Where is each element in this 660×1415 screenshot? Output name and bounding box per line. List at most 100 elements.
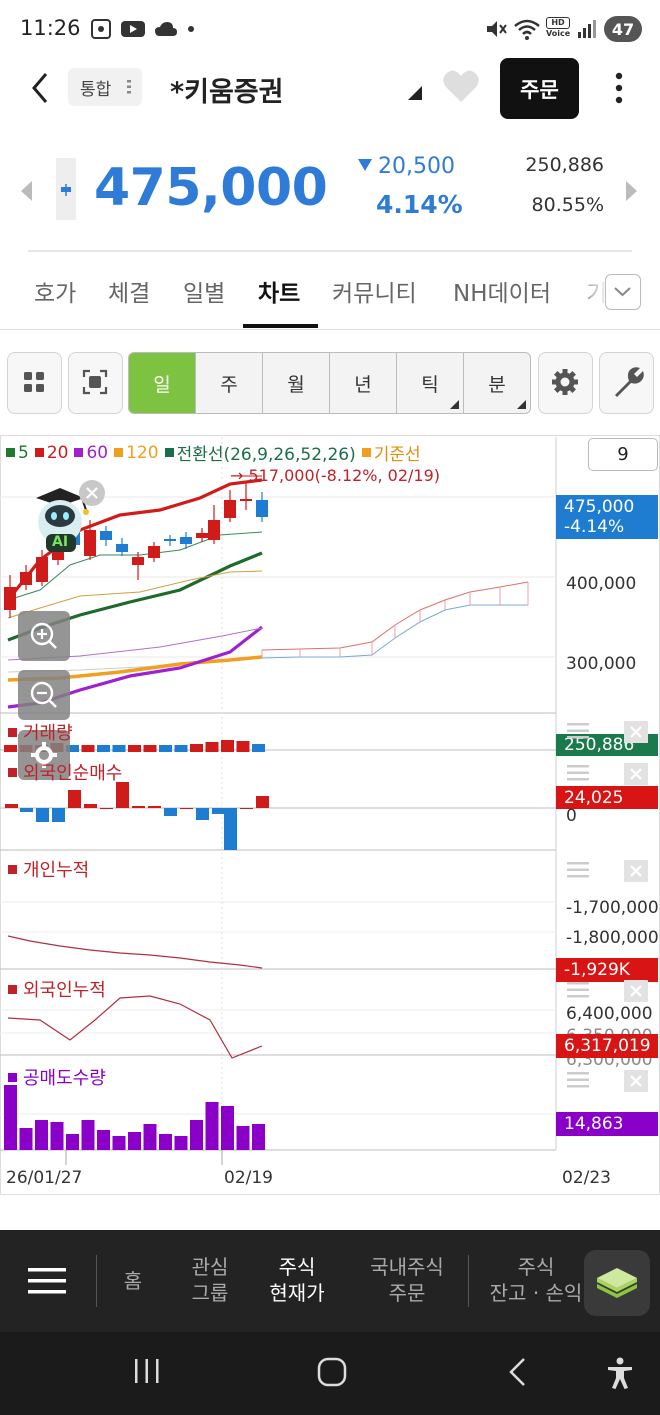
high-price-callout-text: 517,000(-8.12%, 02/19) <box>248 466 441 485</box>
short-sell-bar <box>19 1128 33 1150</box>
panel-close-button[interactable] <box>624 763 648 785</box>
panel-swatch <box>8 984 17 994</box>
nav-balance[interactable]: 주식 잔고 · 손익 <box>480 1254 592 1306</box>
volume-bar <box>4 745 17 752</box>
back-nav-icon[interactable] <box>506 1356 530 1388</box>
close-icon <box>630 768 642 780</box>
panel-drag-handle-icon[interactable] <box>567 764 589 782</box>
back-arrow-icon[interactable] <box>22 66 62 110</box>
foreign-net-bar <box>148 806 161 808</box>
close-icon <box>630 1075 642 1087</box>
chart-layout-button[interactable] <box>7 352 62 414</box>
date-axis-label: 02/23 <box>562 1168 611 1188</box>
display-count-box[interactable]: 9 <box>588 438 658 471</box>
home-circle-icon[interactable] <box>316 1356 348 1388</box>
market-filter-button[interactable]: 통합 <box>68 68 142 106</box>
chart-settings-button[interactable] <box>538 352 593 414</box>
foreign-net-bar <box>20 808 33 812</box>
close-icon <box>630 985 642 997</box>
tabs-expand-button[interactable] <box>605 274 641 310</box>
volume-bar <box>174 745 188 752</box>
panel-close-button[interactable] <box>624 980 648 1002</box>
more-options-icon[interactable] <box>604 68 634 108</box>
tab-hoga[interactable]: 호가 <box>34 274 76 308</box>
foreign-net-bar <box>196 808 209 820</box>
period-minute[interactable]: 분 <box>464 353 530 413</box>
foreign-net-bar <box>100 808 113 809</box>
app-screen: 11:26 HD Voice 47 통합 *키움증권 주문 475,000 20… <box>0 0 660 1415</box>
tab-chart[interactable]: 차트 <box>258 274 300 308</box>
period-minute-label: 분 <box>488 373 506 396</box>
panel-drag-handle-icon[interactable] <box>567 861 589 879</box>
favorite-heart-icon[interactable] <box>442 68 480 104</box>
prev-stock-arrow-icon[interactable] <box>20 180 34 202</box>
legend-ma20: 20 <box>34 443 68 463</box>
period-day[interactable]: 일 <box>129 353 196 413</box>
panel-close-button[interactable] <box>624 1070 648 1092</box>
close-icon <box>630 865 642 877</box>
panel-close-button[interactable] <box>624 860 648 882</box>
legend-base-label: 기준선 <box>373 445 421 465</box>
retail-cum-tag-value: -1,929K <box>564 960 630 980</box>
trade-volume: 250,886 <box>525 154 604 176</box>
chart-fullscreen-button[interactable] <box>68 352 123 414</box>
stock-name[interactable]: *키움증권 <box>170 70 283 109</box>
accessibility-icon[interactable] <box>604 1356 636 1390</box>
mute-icon <box>487 21 507 37</box>
foreign-net-bar <box>5 804 18 808</box>
ai-close-button[interactable] <box>79 480 105 506</box>
short-sell-bar <box>190 1120 203 1150</box>
hamburger-menu-icon[interactable] <box>28 1266 66 1296</box>
period-tick[interactable]: 틱 <box>397 353 464 413</box>
next-stock-arrow-icon[interactable] <box>624 180 638 202</box>
zoom-out-button[interactable] <box>18 670 70 720</box>
current-price-tag-value: 475,000 <box>564 497 635 517</box>
panel-swatch <box>8 767 17 777</box>
period-month-label: 월 <box>287 373 305 396</box>
panel-drag-handle-icon[interactable] <box>567 722 589 740</box>
tab-community[interactable]: 커뮤니티 <box>332 274 417 308</box>
period-week-label: 주 <box>220 373 238 396</box>
panel-drag-handle-icon[interactable] <box>567 1071 589 1089</box>
order-button[interactable]: 주문 <box>500 58 579 119</box>
period-week[interactable]: 주 <box>196 353 263 413</box>
cloud-upper <box>261 581 529 651</box>
candle-body <box>196 533 208 538</box>
period-month[interactable]: 월 <box>263 353 330 413</box>
nav-home[interactable]: 홈 <box>104 1268 162 1294</box>
tab-daily[interactable]: 일별 <box>183 274 225 308</box>
candle-body <box>116 544 128 552</box>
detail-tabs: 호가 체결 일별 차트 커뮤니티 NH데이터 기 <box>0 262 660 330</box>
foreign-net-bar <box>256 796 269 808</box>
nav-domestic-order[interactable]: 국내주식 주문 <box>358 1254 456 1306</box>
legend-ma5: 5 <box>6 443 29 463</box>
status-notifications <box>90 16 196 42</box>
submenu-corner-icon <box>450 400 459 409</box>
zoom-in-button[interactable] <box>18 611 70 661</box>
short-sell-bar <box>205 1102 219 1150</box>
volume-bar <box>236 741 250 752</box>
volume-bar <box>143 745 157 752</box>
dropdown-triangle-icon[interactable] <box>408 86 422 100</box>
recent-apps-icon[interactable] <box>132 1356 162 1386</box>
ai-label: AI <box>52 534 69 550</box>
volume-bar <box>81 745 95 752</box>
period-year[interactable]: 년 <box>330 353 397 413</box>
retail-axis-label: -1,700,000 <box>566 898 659 918</box>
panel-close-button[interactable] <box>624 721 648 743</box>
short-sell-bar <box>159 1134 172 1150</box>
period-tick-label: 틱 <box>421 373 439 396</box>
nav-watchlist[interactable]: 관심 그룹 <box>170 1254 250 1306</box>
date-axis-label: 26/01/27 <box>6 1168 83 1188</box>
nav-stock-price[interactable]: 주식 현재가 <box>254 1254 340 1306</box>
layers-button[interactable] <box>584 1250 650 1316</box>
divider <box>28 250 632 252</box>
candle-body <box>240 499 252 501</box>
panel-drag-handle-icon[interactable] <box>567 981 589 999</box>
high-price-callout: → 517,000(-8.12%, 02/19) <box>230 466 440 485</box>
tab-nh-data[interactable]: NH데이터 <box>453 274 551 308</box>
tab-trades[interactable]: 체결 <box>108 274 150 308</box>
foreign-net-bar <box>240 808 253 809</box>
chart-tools-button[interactable] <box>599 352 654 414</box>
arrow-right-icon: → <box>230 466 249 485</box>
